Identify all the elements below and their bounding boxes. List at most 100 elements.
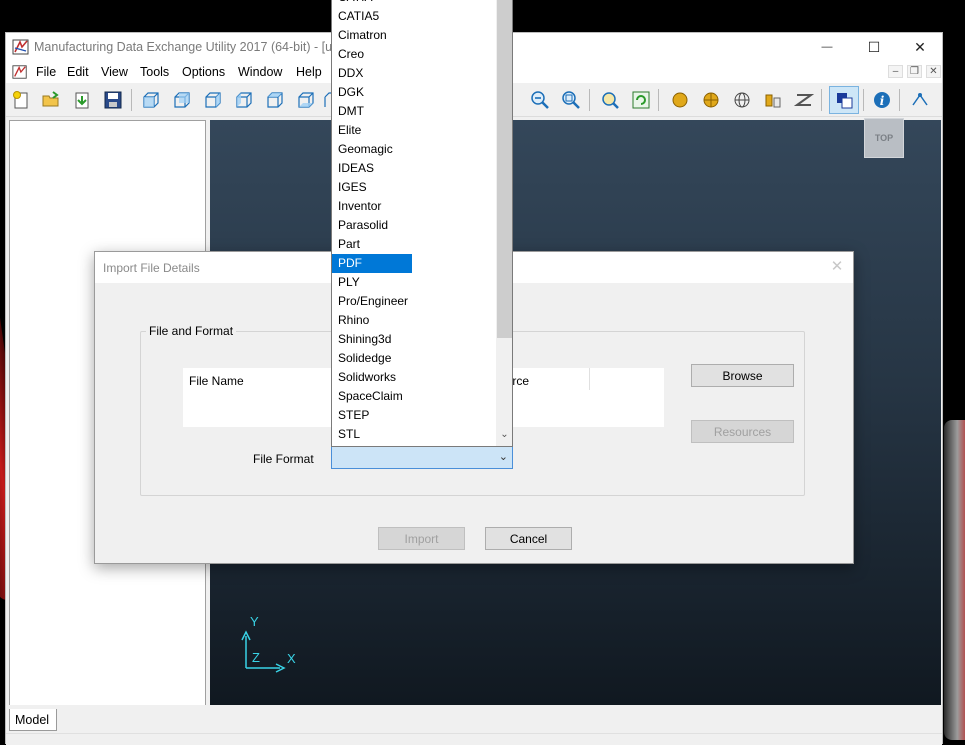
menu-view[interactable]: View	[101, 65, 128, 79]
cylinders-button[interactable]	[761, 88, 785, 112]
minimize-button[interactable]: —	[804, 33, 850, 61]
view-front-button[interactable]	[139, 88, 163, 112]
close-button[interactable]: ✕	[897, 33, 943, 61]
resources-button[interactable]: Resources	[691, 420, 794, 443]
view-cube-label: TOP	[874, 133, 894, 143]
dropdown-option[interactable]: STL	[332, 425, 412, 444]
toolbar-separator	[899, 89, 900, 111]
view-bottom-icon	[298, 92, 314, 108]
selection-mode-icon	[837, 93, 853, 109]
view-left-button[interactable]	[201, 88, 225, 112]
transform-button[interactable]	[792, 88, 816, 112]
view-cube-top[interactable]: TOP	[864, 118, 904, 158]
new-button[interactable]	[9, 88, 33, 112]
dropdown-option[interactable]: DMT	[332, 102, 412, 121]
view-left-icon	[205, 92, 221, 108]
dropdown-option[interactable]: Rhino	[332, 311, 412, 330]
dropdown-option[interactable]: Geomagic	[332, 140, 412, 159]
view-right-button[interactable]	[232, 88, 256, 112]
grid-header-file-name[interactable]: File Name	[189, 374, 244, 388]
dropdown-option[interactable]: DDX	[332, 64, 412, 83]
file-format-dropdown-list[interactable]: CATIACATIA5CimatronCreoDDXDGKDMTEliteGeo…	[331, 0, 513, 447]
mdi-minimize-button[interactable]: –	[888, 65, 903, 78]
maximize-button[interactable]: ☐	[851, 33, 897, 61]
menu-options[interactable]: Options	[182, 65, 225, 79]
file-format-combobox[interactable]: ⌄	[331, 446, 513, 469]
dropdown-option[interactable]: DGK	[332, 83, 412, 102]
zoom-fit-button[interactable]	[559, 88, 583, 112]
import-button[interactable]: Import	[378, 527, 465, 550]
dropdown-option[interactable]: Part	[332, 235, 412, 254]
view-right-icon	[236, 92, 252, 108]
desktop-wallpaper-shape	[944, 420, 965, 740]
dropdown-option[interactable]: Solidedge	[332, 349, 412, 368]
dropdown-option[interactable]: PDF	[332, 254, 412, 273]
browse-button[interactable]: Browse	[691, 364, 794, 387]
shade-button[interactable]	[668, 88, 692, 112]
info-icon: i	[874, 92, 890, 108]
scroll-down-icon[interactable]: ⌄	[497, 429, 512, 444]
dropdown-option[interactable]: CATIA5	[332, 7, 412, 26]
dropdown-option[interactable]: Elite	[332, 121, 412, 140]
dropdown-option[interactable]: Creo	[332, 45, 412, 64]
zoom-window-button[interactable]	[598, 88, 622, 112]
view-top-button[interactable]	[263, 88, 287, 112]
maximize-icon: ☐	[867, 38, 881, 55]
new-icon	[13, 91, 28, 109]
menu-tools[interactable]: Tools	[140, 65, 169, 79]
dialog-close-icon[interactable]: ✕	[829, 259, 845, 275]
dropdown-option[interactable]: CATIA	[332, 0, 412, 7]
menu-edit[interactable]: Edit	[67, 65, 89, 79]
z-axis-label: Z	[252, 650, 260, 665]
dropdown-option[interactable]: STEP	[332, 406, 412, 425]
dropdown-option[interactable]: Pro/Engineer	[332, 292, 412, 311]
dropdown-option[interactable]: IDEAS	[332, 159, 412, 178]
toolbar-separator	[131, 89, 132, 111]
zoom-out-button[interactable]	[528, 88, 552, 112]
dropdown-option[interactable]: Parasolid	[332, 216, 412, 235]
view-bottom-button[interactable]	[294, 88, 318, 112]
x-axis-label: X	[287, 651, 296, 666]
dropdown-scrollbar[interactable]: ⌄	[496, 0, 512, 446]
measure-button[interactable]	[908, 88, 932, 112]
cylinders-icon	[765, 94, 781, 108]
open-button[interactable]	[39, 88, 63, 112]
import-icon	[75, 92, 89, 109]
mdi-close-icon: ✕	[929, 66, 938, 77]
refresh-button[interactable]	[629, 88, 653, 112]
view-back-icon	[174, 92, 190, 108]
toolbar-separator	[658, 89, 659, 111]
half-sphere-icon	[703, 92, 719, 108]
dropdown-option[interactable]: IGES	[332, 178, 412, 197]
scrollbar-thumb[interactable]	[497, 0, 512, 338]
transform-icon	[794, 94, 814, 106]
document-icon[interactable]	[12, 64, 28, 80]
dropdown-option[interactable]: Inventor	[332, 197, 412, 216]
half-shade-button[interactable]	[699, 88, 723, 112]
axis-triad: Y Z X	[241, 614, 296, 673]
view-back-button[interactable]	[170, 88, 194, 112]
window-title: Manufacturing Data Exchange Utility 2017…	[34, 40, 346, 54]
dropdown-option[interactable]: SpaceClaim	[332, 387, 412, 406]
dropdown-option[interactable]: PLY	[332, 273, 412, 292]
dropdown-option[interactable]: Solidworks	[332, 368, 412, 387]
mdi-close-button[interactable]: ✕	[926, 65, 941, 78]
menu-help[interactable]: Help	[296, 65, 322, 79]
cancel-button[interactable]: Cancel	[485, 527, 572, 550]
save-button[interactable]	[101, 88, 125, 112]
menu-window[interactable]: Window	[238, 65, 282, 79]
info-button[interactable]: i	[870, 88, 894, 112]
toolbar-separator	[589, 89, 590, 111]
wireframe-button[interactable]	[730, 88, 754, 112]
grid-column-divider[interactable]	[589, 368, 590, 390]
mdi-restore-button[interactable]: ❐	[907, 65, 922, 78]
dropdown-option[interactable]: Cimatron	[332, 26, 412, 45]
menu-file[interactable]: File	[36, 65, 56, 79]
measure-icon	[912, 93, 928, 106]
tab-model[interactable]: Model	[9, 709, 57, 731]
dropdown-option[interactable]: Shining3d	[332, 330, 412, 349]
selection-mode-button[interactable]	[829, 86, 859, 114]
import-button[interactable]	[70, 88, 94, 112]
refresh-icon	[632, 91, 650, 109]
cancel-button-label: Cancel	[509, 531, 548, 546]
